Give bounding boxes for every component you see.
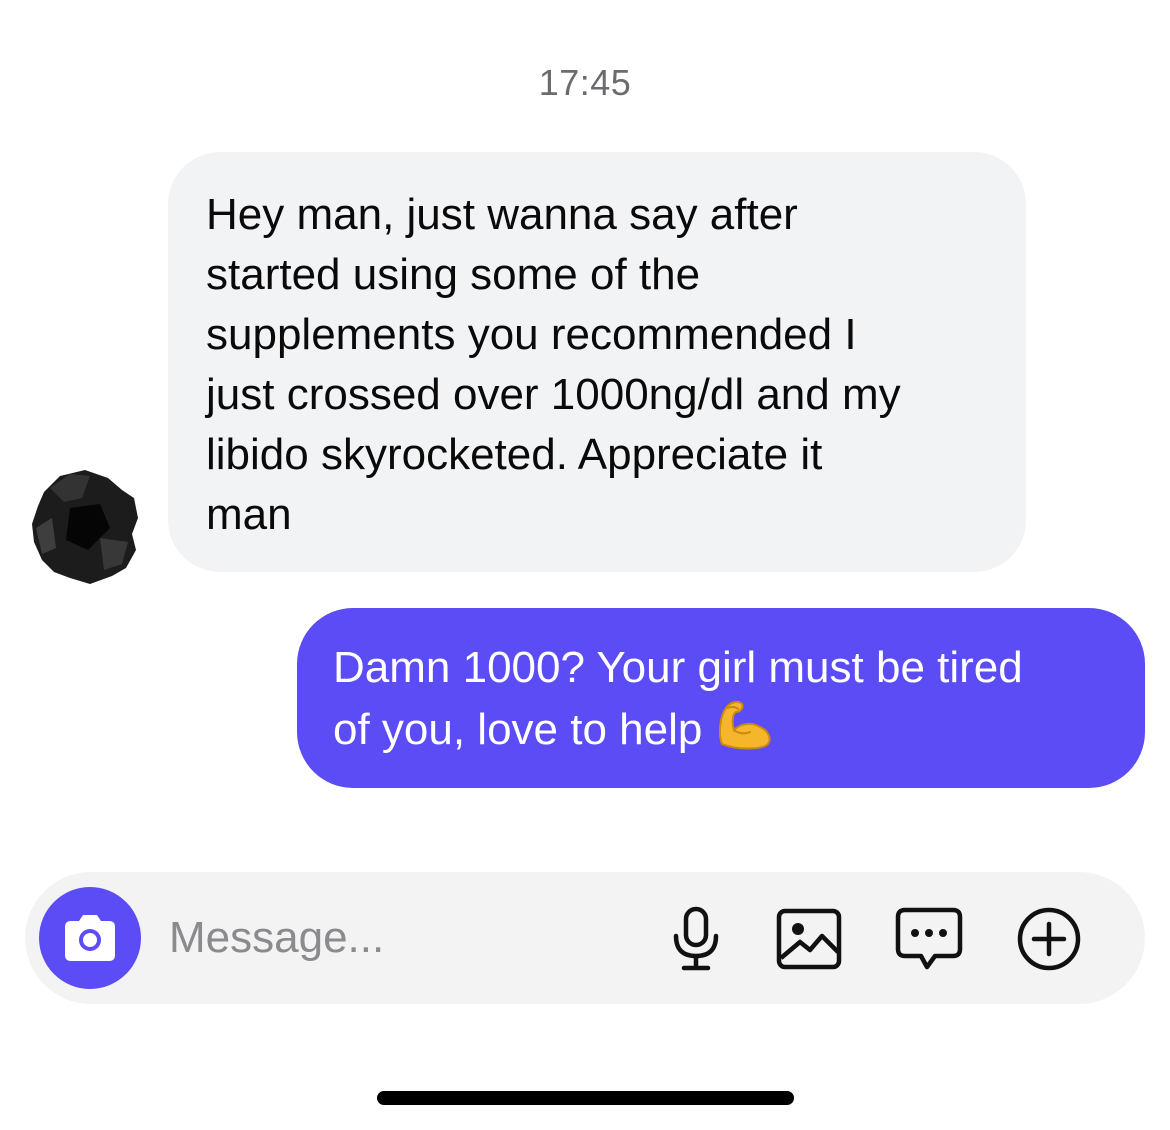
flexed-biceps-icon <box>716 698 774 750</box>
message-input[interactable] <box>169 908 629 968</box>
sticker-chat-icon[interactable] <box>895 905 963 973</box>
message-text-line: man <box>206 490 292 539</box>
outgoing-message-bubble[interactable]: Damn 1000? Your girl must be tired of yo… <box>297 608 1145 788</box>
message-text-line: Damn 1000? Your girl must be tired <box>333 643 1023 692</box>
camera-button[interactable] <box>39 887 141 989</box>
sender-avatar[interactable] <box>30 468 140 586</box>
message-text-line: started using some of the <box>206 250 701 299</box>
home-indicator[interactable] <box>377 1091 794 1105</box>
message-text-line: libido skyrocketed. Appreciate it <box>206 430 823 479</box>
message-timestamp: 17:45 <box>538 62 632 103</box>
message-composer <box>25 872 1145 1004</box>
message-text-line: Hey man, just wanna say after <box>206 190 798 239</box>
image-icon[interactable] <box>775 905 843 973</box>
add-icon[interactable] <box>1015 905 1083 973</box>
message-text-line: just crossed over 1000ng/dl and my <box>206 370 901 419</box>
microphone-icon[interactable] <box>662 905 730 973</box>
camera-icon <box>65 915 115 961</box>
incoming-message-bubble[interactable]: Hey man, just wanna say after started us… <box>168 152 1026 572</box>
message-text: of you, love to help <box>333 705 703 754</box>
message-text-line: supplements you recommended I <box>206 310 857 359</box>
message-text-line-with-emoji: of you, love to help <box>333 698 1109 760</box>
